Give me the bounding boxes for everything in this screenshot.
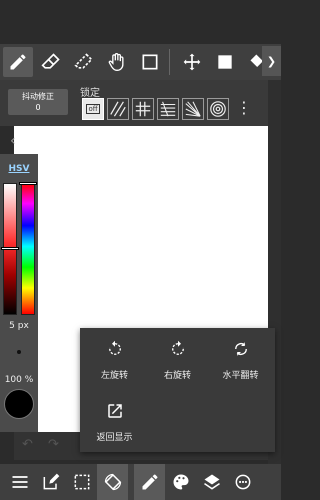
menu-button[interactable] bbox=[4, 464, 35, 500]
rotate-left-button[interactable]: 左旋转 bbox=[82, 328, 147, 384]
reset-display-label: 返回显示 bbox=[96, 433, 133, 443]
palette-icon bbox=[173, 474, 188, 490]
perspective-lines-icon bbox=[160, 101, 176, 117]
current-color-swatch[interactable] bbox=[4, 389, 34, 419]
undo-icon[interactable]: ↶ bbox=[22, 437, 33, 452]
toolbar-divider bbox=[169, 49, 170, 75]
lock-parallel-button[interactable] bbox=[107, 98, 129, 120]
dashed-eraser-icon bbox=[74, 53, 93, 69]
selection-button[interactable] bbox=[66, 464, 97, 500]
stabilizer-button[interactable]: 抖动修正 0 bbox=[8, 89, 68, 115]
hue-slider[interactable] bbox=[21, 183, 35, 315]
rectangle-tool-button[interactable] bbox=[135, 47, 165, 77]
lock-label: 锁定 bbox=[80, 88, 100, 99]
saturation-value-handle[interactable] bbox=[1, 247, 19, 250]
settings-button[interactable] bbox=[227, 464, 258, 500]
concentric-circles-icon bbox=[210, 101, 226, 117]
palette-button[interactable] bbox=[165, 464, 196, 500]
lock-off-button[interactable]: off bbox=[82, 98, 104, 120]
eraser-tool-button[interactable] bbox=[36, 47, 66, 77]
rotate-popup-menu: 左旋转 右旋转 水平翻转 返回显示 bbox=[80, 328, 275, 452]
edit-square-icon bbox=[43, 473, 59, 490]
pencil-icon bbox=[142, 474, 157, 490]
pencil-icon bbox=[10, 54, 26, 70]
lock-radial-button[interactable] bbox=[182, 98, 204, 120]
lock-concentric-button[interactable] bbox=[207, 98, 229, 120]
bottom-toolbar bbox=[0, 464, 281, 500]
layers-icon bbox=[203, 474, 220, 490]
flip-arrows-icon bbox=[234, 342, 247, 356]
circle-dots-icon bbox=[235, 474, 250, 490]
lock-off-label: off bbox=[86, 104, 100, 114]
flip-horizontal-label: 水平翻转 bbox=[222, 371, 259, 381]
canvas-rotate-button[interactable] bbox=[97, 464, 128, 500]
brush-size-preview bbox=[17, 350, 21, 354]
flip-horizontal-button[interactable]: 水平翻转 bbox=[208, 328, 273, 384]
chevron-right-icon: ❯ bbox=[266, 54, 277, 68]
grid-icon bbox=[135, 101, 151, 117]
selection-eraser-button[interactable] bbox=[69, 47, 99, 77]
opacity-label[interactable]: 100 % bbox=[0, 375, 38, 385]
hand-tool-button[interactable] bbox=[102, 47, 132, 77]
fill-color-button[interactable] bbox=[210, 47, 240, 77]
edit-button[interactable] bbox=[35, 464, 66, 500]
parallel-lines-icon bbox=[110, 101, 126, 117]
pen-tool-button[interactable] bbox=[3, 47, 33, 77]
lock-perspective-button[interactable] bbox=[157, 98, 179, 120]
collapse-panel-icon[interactable]: ‹ bbox=[10, 134, 16, 148]
move-arrows-icon bbox=[183, 53, 201, 71]
rotate-right-button[interactable]: 右旋转 bbox=[145, 328, 210, 384]
redo-icon[interactable]: ↷ bbox=[48, 437, 59, 452]
stabilizer-value: 0 bbox=[35, 103, 41, 112]
move-tool-button[interactable] bbox=[177, 47, 207, 77]
dashed-selection-icon bbox=[74, 474, 89, 490]
layers-button[interactable] bbox=[196, 464, 227, 500]
square-outline-icon bbox=[142, 54, 158, 70]
hamburger-menu-icon bbox=[12, 476, 27, 488]
open-external-icon bbox=[107, 404, 122, 418]
reset-display-button[interactable]: 返回显示 bbox=[82, 390, 147, 446]
rotate-right-icon bbox=[171, 340, 184, 355]
filled-square-icon bbox=[218, 55, 232, 69]
rotate-left-icon bbox=[108, 340, 121, 355]
rotate-right-label: 右旋转 bbox=[163, 371, 191, 381]
eraser-icon bbox=[41, 53, 60, 69]
more-options-icon[interactable]: ⋮ bbox=[236, 100, 252, 116]
hue-handle[interactable] bbox=[19, 182, 37, 185]
top-toolbar bbox=[0, 44, 281, 80]
toolbar-scroll-right-button[interactable]: ❯ bbox=[262, 46, 281, 76]
brush-button[interactable] bbox=[134, 464, 165, 500]
brush-size-label[interactable]: 5 px bbox=[0, 321, 38, 331]
hand-icon bbox=[108, 53, 124, 72]
radial-lines-icon bbox=[185, 101, 201, 117]
lock-grid-button[interactable] bbox=[132, 98, 154, 120]
color-mode-tab[interactable]: HSV bbox=[0, 164, 38, 174]
rotate-canvas-icon bbox=[104, 473, 121, 491]
rotate-left-label: 左旋转 bbox=[100, 371, 128, 381]
stabilizer-label: 抖动修正 bbox=[22, 92, 54, 101]
status-bar bbox=[0, 0, 281, 22]
